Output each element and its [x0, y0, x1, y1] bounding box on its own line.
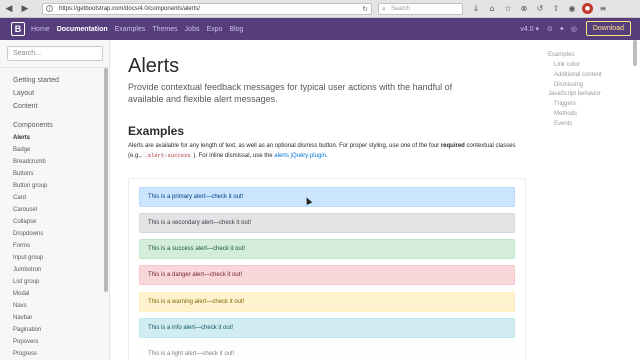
- bootstrap-logo[interactable]: B: [11, 22, 25, 36]
- alert-warning: This is a warning alert—check it out!: [139, 292, 515, 312]
- toc-examples[interactable]: Examples: [548, 52, 574, 58]
- toc-javascript-behavior[interactable]: JavaScript behavior: [548, 91, 601, 97]
- sidebar-item-popovers[interactable]: Popovers: [13, 339, 38, 345]
- code-alert-success: .alert-success: [143, 152, 192, 159]
- sidebar-item-badge[interactable]: Badge: [13, 147, 30, 153]
- nav-themes[interactable]: Themes: [152, 26, 177, 33]
- page-lead: Provide contextual feedback messages for…: [128, 82, 453, 104]
- forward-arrow-icon: ▶: [21, 3, 29, 14]
- home-icon[interactable]: ⌂: [486, 2, 498, 15]
- sidebar-item-list-group[interactable]: List group: [13, 279, 39, 285]
- site-navbar: B Home Documentation Examples Themes Job…: [0, 18, 640, 40]
- sidebar-group-content[interactable]: Content: [13, 103, 38, 110]
- navbar-right: v4.0 ▾ ⊙ ✦ ◎ Download: [520, 21, 631, 36]
- description-text-3: ). For inline dismissal, use the: [193, 153, 273, 159]
- toc-dismissing[interactable]: Dismissing: [554, 82, 583, 88]
- sidebar-item-collapse[interactable]: Collapse: [13, 219, 36, 225]
- sidebar-item-pagination[interactable]: Pagination: [13, 327, 41, 333]
- alert-primary: This is a primary alert—check it out!: [139, 187, 515, 207]
- sidebar-item-modal[interactable]: Modal: [13, 291, 29, 297]
- forward-button[interactable]: ▶: [18, 2, 32, 16]
- info-icon[interactable]: i: [46, 5, 53, 12]
- description-end: .: [326, 153, 328, 159]
- sidebar-item-breadcrumb[interactable]: Breadcrumb: [13, 159, 46, 165]
- sidebar-item-jumbotron[interactable]: Jumbotron: [13, 267, 41, 273]
- toc-additional-content[interactable]: Additional content: [554, 72, 602, 78]
- page-scrollbar[interactable]: [633, 40, 637, 66]
- examples-description: Alerts are available for any length of t…: [128, 142, 518, 161]
- docs-search-input[interactable]: Search...: [7, 46, 103, 61]
- back-button[interactable]: ◀: [2, 2, 16, 16]
- browser-toolbar-icons: ↓ ⌂ ☆ ⊗ ↺ ⇧ ◉ ● ≡: [470, 2, 609, 15]
- toc-link-color[interactable]: Link color: [554, 62, 580, 68]
- sidebar-item-dropdowns[interactable]: Dropdowns: [13, 231, 43, 237]
- nav-home[interactable]: Home: [31, 26, 50, 33]
- sidebar-item-carousel[interactable]: Carousel: [13, 207, 37, 213]
- sidebar-divider: [0, 67, 110, 68]
- alert-light: This is a light alert—check it out!: [139, 344, 515, 360]
- sidebar-group-layout[interactable]: Layout: [13, 90, 34, 97]
- sidebar-item-button-group[interactable]: Button group: [13, 183, 47, 189]
- version-dropdown[interactable]: v4.0 ▾: [520, 25, 539, 33]
- chat-icon[interactable]: ◉: [566, 2, 578, 15]
- browser-toolbar: ◀ ▶ i https://getbootstrap.com/docs/4.0/…: [0, 0, 640, 18]
- sidebar-scrollbar[interactable]: [104, 68, 108, 292]
- back-arrow-icon: ◀: [5, 3, 13, 14]
- bookmark-icon[interactable]: ☆: [502, 2, 514, 15]
- examples-heading: Examples: [128, 124, 185, 138]
- reload-icon[interactable]: ↻: [362, 4, 368, 14]
- nav-documentation[interactable]: Documentation: [57, 26, 108, 33]
- browser-search-placeholder: Search: [391, 6, 411, 12]
- toc-methods[interactable]: Methods: [554, 111, 577, 117]
- block-icon[interactable]: ●: [582, 3, 593, 14]
- sidebar-item-navs[interactable]: Navs: [13, 303, 27, 309]
- url-text: https://getbootstrap.com/docs/4.0/compon…: [59, 6, 201, 12]
- nav-expo[interactable]: Expo: [206, 26, 222, 33]
- history-icon[interactable]: ↺: [534, 2, 546, 15]
- description-text-1: Alerts are available for any length of t…: [128, 143, 440, 149]
- sidebar-item-progress[interactable]: Progress: [13, 351, 37, 357]
- nav-blog[interactable]: Blog: [229, 26, 243, 33]
- sidebar-item-alerts[interactable]: Alerts: [13, 135, 30, 141]
- nav-jobs[interactable]: Jobs: [185, 26, 200, 33]
- alerts-plugin-link[interactable]: alerts jQuery plugin: [274, 153, 326, 159]
- share-icon[interactable]: ⇧: [550, 2, 562, 15]
- toc-triggers[interactable]: Triggers: [554, 101, 576, 107]
- toc-events[interactable]: Events: [554, 121, 572, 127]
- nav-examples[interactable]: Examples: [115, 26, 146, 33]
- search-icon: ⌕: [382, 5, 386, 13]
- slack-icon[interactable]: ◎: [571, 25, 577, 33]
- twitter-icon[interactable]: ✦: [559, 25, 565, 33]
- alert-secondary: This is a secondary alert—check it out!: [139, 213, 515, 233]
- menu-icon[interactable]: ≡: [597, 2, 609, 15]
- docs-sidebar: Search... Getting started Layout Content…: [0, 40, 110, 360]
- browser-search-input[interactable]: ⌕ Search: [378, 3, 463, 15]
- sidebar-group-getting-started[interactable]: Getting started: [13, 77, 59, 84]
- download-icon[interactable]: ↓: [470, 2, 482, 15]
- alert-success: This is a success alert—check it out!: [139, 239, 515, 259]
- sidebar-item-buttons[interactable]: Buttons: [13, 171, 33, 177]
- sidebar-item-input-group[interactable]: Input group: [13, 255, 43, 261]
- sidebar-group-components[interactable]: Components: [13, 122, 53, 129]
- github-icon[interactable]: ⊙: [547, 25, 553, 33]
- description-required: required: [440, 143, 465, 149]
- alert-danger: This is a danger alert—check it out!: [139, 265, 515, 285]
- download-button[interactable]: Download: [585, 21, 631, 36]
- pocket-icon[interactable]: ⊗: [518, 2, 530, 15]
- sidebar-item-navbar[interactable]: Navbar: [13, 315, 32, 321]
- address-bar[interactable]: i https://getbootstrap.com/docs/4.0/comp…: [42, 3, 372, 15]
- page-title: Alerts: [128, 55, 180, 77]
- alert-info: This is a info alert—check it out!: [139, 318, 515, 338]
- sidebar-item-forms[interactable]: Forms: [13, 243, 30, 249]
- sidebar-item-card[interactable]: Card: [13, 195, 26, 201]
